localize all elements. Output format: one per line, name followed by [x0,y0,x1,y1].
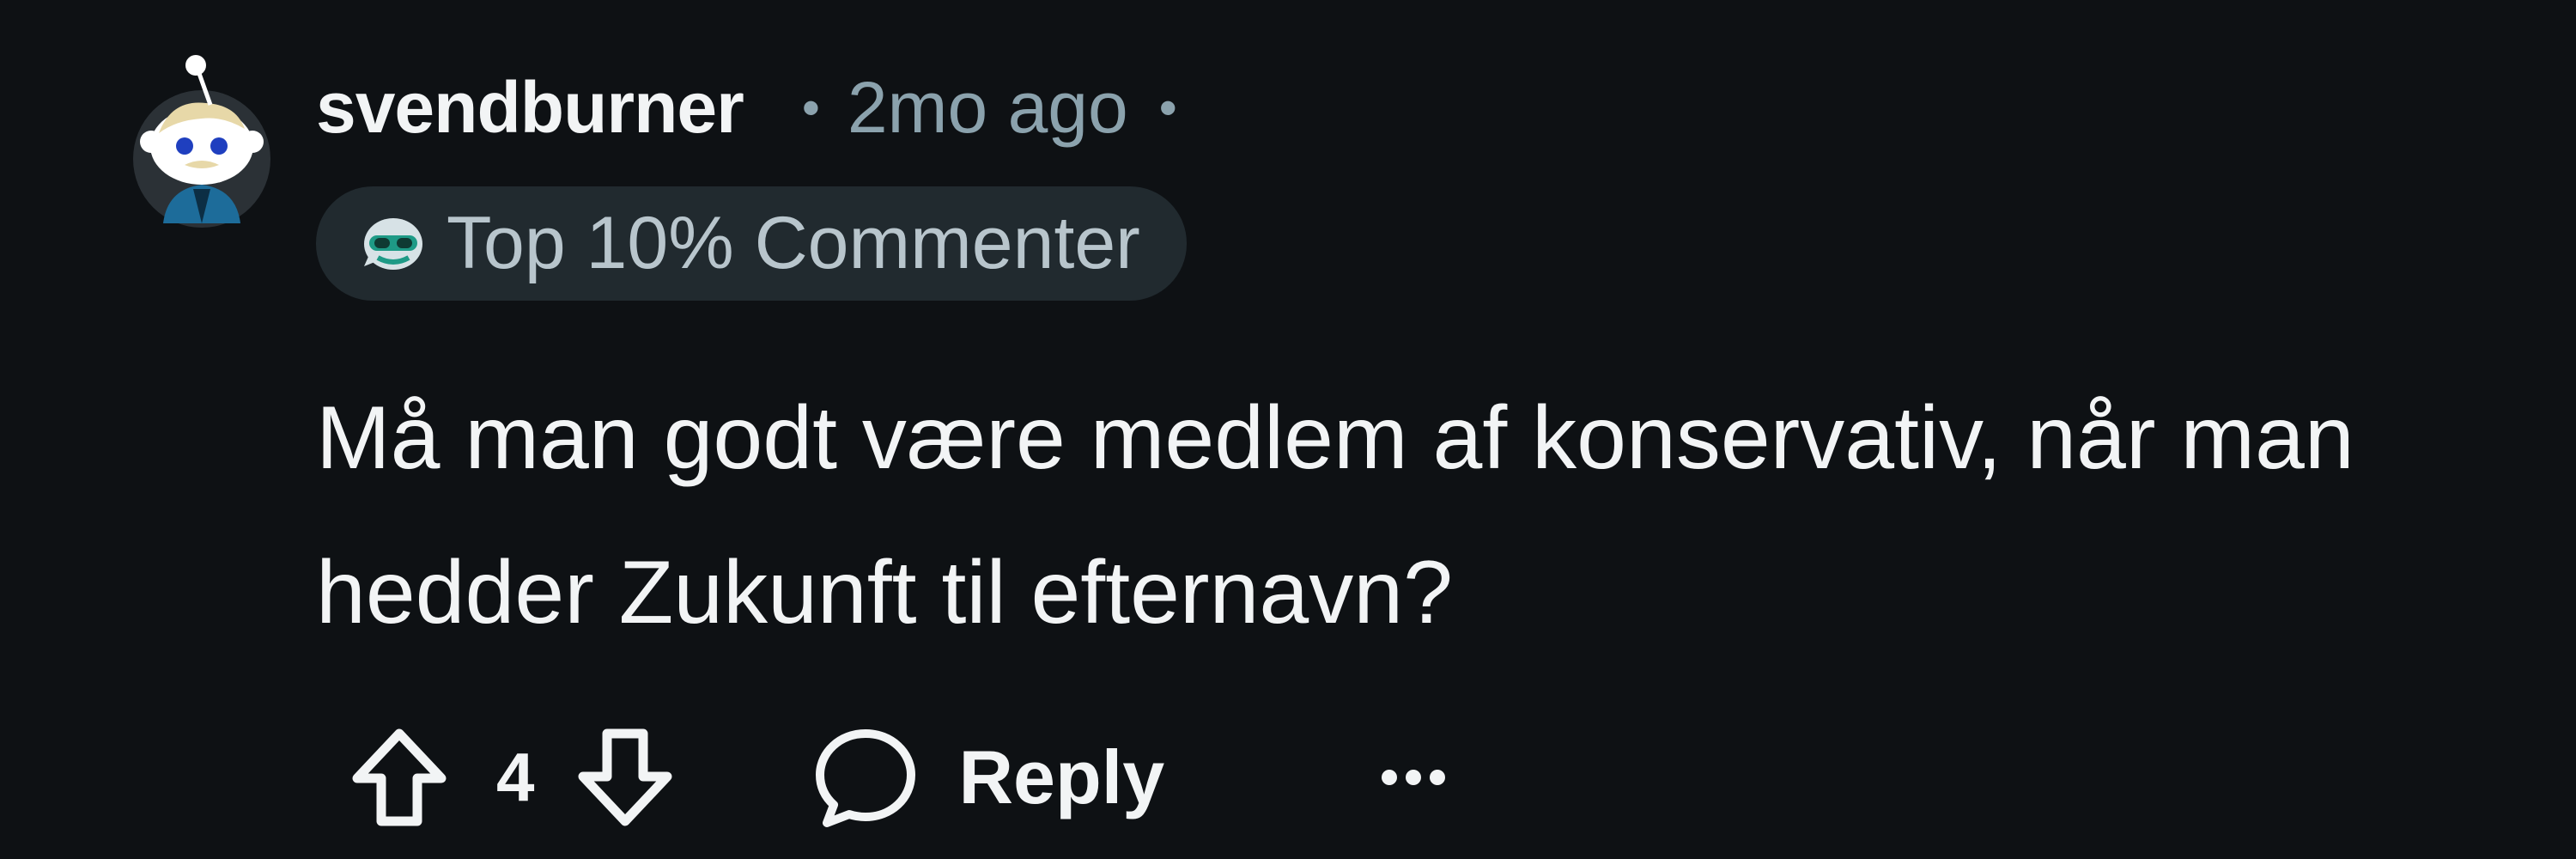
snoo-avatar-icon [133,55,270,228]
comment-meta: svendburner • 2mo ago • [316,64,1177,150]
upvote-button[interactable] [343,722,455,833]
badge-label: Top 10% Commenter [447,202,1140,284]
user-avatar[interactable] [129,52,275,228]
comment-body: Må man godt være medlem af konservativ, … [316,388,2354,643]
more-options-button[interactable] [1370,734,1456,820]
upvote-arrow-icon [352,728,447,826]
author-username[interactable]: svendburner [316,66,744,149]
meta-separator-trailing: • [1158,78,1177,137]
comment-actions: 4 Reply [343,722,1456,833]
meta-separator: • [801,78,820,137]
commenter-badge[interactable]: Top 10% Commenter [316,186,1187,301]
reply-label: Reply [958,734,1165,819]
downvote-button[interactable] [569,722,681,833]
downvote-arrow-icon [578,728,671,826]
comment: svendburner • 2mo ago • Top 10% Commente… [0,0,2576,859]
speech-bubble-icon [815,729,915,827]
comment-age: 2mo ago [847,66,1128,148]
commenter-badge-icon [364,217,422,270]
more-options-icon [1382,770,1446,785]
vote-score: 4 [496,739,535,815]
reply-button[interactable]: Reply [810,722,1165,833]
